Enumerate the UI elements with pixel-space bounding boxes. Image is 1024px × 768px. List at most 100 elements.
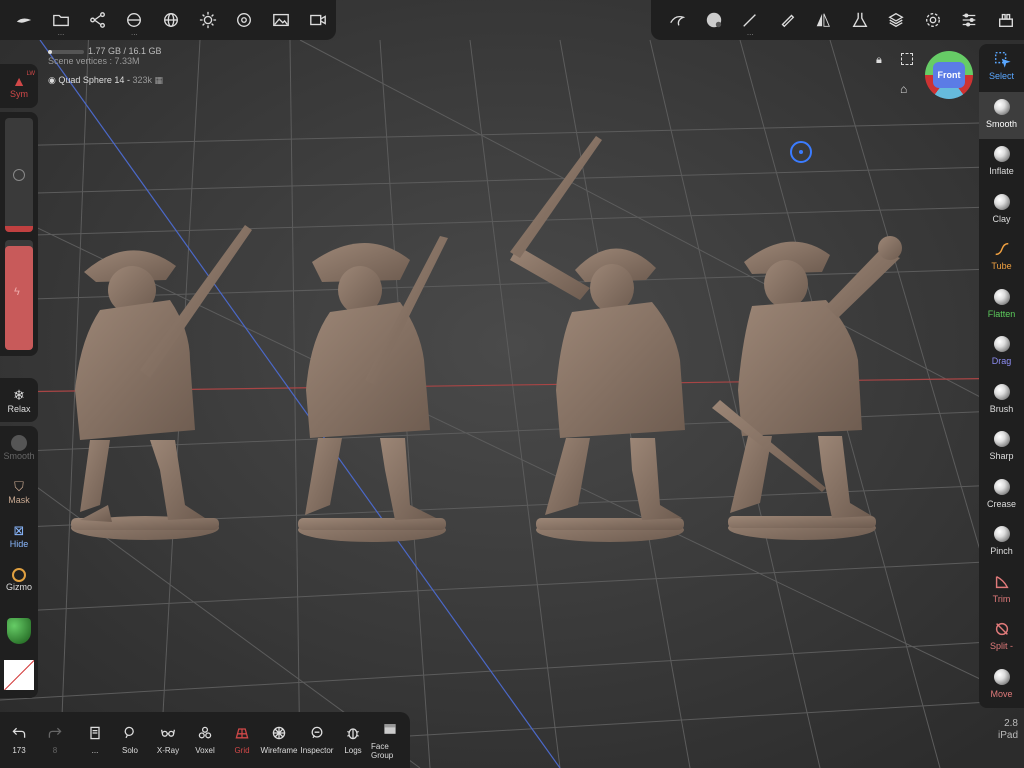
tool-tube[interactable]: Tube — [979, 234, 1024, 281]
tool-label: Move — [990, 688, 1013, 699]
solo-button[interactable]: Solo — [115, 712, 145, 768]
tube-icon — [993, 234, 1011, 261]
flask-icon[interactable] — [842, 2, 879, 38]
hide-button[interactable]: ⊠ Hide — [0, 514, 38, 558]
undo-button[interactable]: 173 — [4, 712, 34, 768]
crease-brush-icon — [993, 478, 1010, 495]
sym-panel: ▲ Sym LW — [0, 64, 38, 108]
tool-label: Sharp — [989, 451, 1014, 461]
tool-drag[interactable]: Drag — [979, 329, 1024, 376]
grid-dots-icon: ▦ — [154, 75, 163, 85]
tool-label: Flatten — [987, 308, 1016, 319]
tool-select[interactable]: Select — [979, 44, 1024, 91]
settings-icon[interactable] — [915, 2, 952, 38]
redo-icon — [48, 727, 62, 738]
face-group-label: Face Group — [371, 741, 394, 760]
material-icon[interactable] — [226, 2, 263, 38]
inspector-button[interactable]: Inspector — [299, 712, 335, 768]
tool-move[interactable]: Move — [979, 662, 1024, 709]
wireframe-icon — [272, 726, 286, 740]
tool-pinch[interactable]: Pinch — [979, 519, 1024, 566]
solo-label: Solo — [121, 746, 138, 755]
video-icon[interactable] — [299, 2, 336, 38]
version-info: 2.8 iPad — [988, 718, 1018, 742]
tool-clay[interactable]: Clay — [979, 187, 1024, 234]
voxel-button[interactable]: Voxel — [189, 712, 221, 768]
inspector-icon — [311, 726, 323, 739]
gizmo-button[interactable]: Gizmo — [0, 558, 38, 602]
3d-viewport[interactable] — [0, 0, 1024, 768]
color-swatch[interactable] — [4, 660, 34, 690]
grid-button[interactable]: Grid — [226, 712, 258, 768]
tool-label: Select — [988, 71, 1014, 81]
mesh-info[interactable]: ◉ Quad Sphere 14 - 323k ▦ — [48, 75, 163, 86]
smooth-label: Smooth — [3, 451, 35, 461]
grid-label: Grid — [234, 746, 250, 755]
scene-stats: 1.77 GB / 16.1 GB Scene vertices : 7.33M — [48, 46, 162, 66]
view-gizmo-cube[interactable]: Front — [925, 51, 973, 99]
tool-sharp[interactable]: Sharp — [979, 424, 1024, 471]
camera-icon[interactable]: ... — [116, 2, 153, 38]
intensity-slider[interactable]: ϟ — [5, 240, 33, 350]
brush-preview-icon[interactable] — [696, 2, 733, 38]
undo-icon — [12, 727, 26, 738]
painting-icon[interactable]: ... — [732, 2, 769, 38]
tool-inflate[interactable]: Inflate — [979, 139, 1024, 186]
version-number: 2.8 — [1004, 718, 1018, 729]
fullscreen-icon[interactable] — [901, 53, 913, 65]
face-group-button[interactable]: Face Group — [371, 712, 409, 768]
globe-icon[interactable] — [153, 2, 190, 38]
radius-slider[interactable] — [5, 118, 33, 232]
select-icon — [993, 44, 1011, 71]
lock-icon[interactable]: 🔒︎ — [876, 54, 882, 67]
symmetry-icon[interactable] — [805, 2, 842, 38]
more-button[interactable]: ... — [80, 712, 110, 768]
move-brush-icon — [993, 668, 1010, 685]
home-icon[interactable]: ⌂ — [900, 82, 907, 96]
mask-label: Mask — [8, 495, 30, 505]
memory-text: 1.77 GB / 16.1 GB — [88, 46, 162, 56]
folder-icon[interactable]: ... — [43, 2, 80, 38]
grid-icon — [235, 728, 249, 739]
tool-label: Split - — [989, 641, 1013, 651]
tool-flatten[interactable]: Flatten — [979, 282, 1024, 329]
tool-split[interactable]: Split - — [979, 614, 1024, 661]
mask-button[interactable]: ⛉ Mask — [0, 470, 38, 514]
radius-icon — [13, 169, 25, 181]
scene-graph-icon[interactable] — [79, 2, 116, 38]
tool-brush[interactable]: Brush — [979, 377, 1024, 424]
logs-button[interactable]: Logs — [338, 712, 368, 768]
multires-icon[interactable] — [988, 2, 1024, 38]
redo-button[interactable]: 8 — [40, 712, 70, 768]
layers-icon[interactable] — [878, 2, 915, 38]
wireframe-button[interactable]: Wireframe — [258, 712, 300, 768]
light-icon[interactable] — [189, 2, 226, 38]
tool-smooth[interactable]: Smooth — [979, 91, 1024, 139]
sliders-icon[interactable] — [951, 2, 988, 38]
face-group-icon — [384, 723, 396, 734]
xray-button[interactable]: X-Ray — [151, 712, 185, 768]
tool-trim[interactable]: Trim — [979, 567, 1024, 614]
tool-label: Trim — [992, 593, 1011, 604]
relax-button[interactable]: ❄ Relax — [0, 378, 38, 422]
mesh-name: Quad Sphere 14 — [58, 75, 125, 85]
material-swatch[interactable] — [7, 618, 31, 644]
background-icon[interactable] — [263, 2, 300, 38]
redo-count: 8 — [52, 746, 58, 755]
stroke-icon[interactable] — [659, 2, 696, 38]
eraser-icon[interactable] — [769, 2, 806, 38]
logs-label: Logs — [344, 746, 362, 755]
split-icon — [993, 614, 1011, 641]
tool-crease[interactable]: Crease — [979, 472, 1024, 519]
memory-bar — [48, 49, 84, 54]
more-label: ... — [91, 746, 99, 755]
logo-icon[interactable] — [6, 2, 43, 38]
search-icon — [124, 726, 134, 739]
gizmo-label: Gizmo — [5, 582, 32, 592]
scene-vertices: Scene vertices : 7.33M — [48, 56, 140, 66]
mask-icon: ⛉ — [14, 479, 24, 494]
smooth-toggle[interactable]: Smooth — [0, 426, 38, 470]
trim-icon — [993, 567, 1011, 594]
voxel-label: Voxel — [195, 746, 215, 755]
device-label: iPad — [997, 730, 1018, 741]
